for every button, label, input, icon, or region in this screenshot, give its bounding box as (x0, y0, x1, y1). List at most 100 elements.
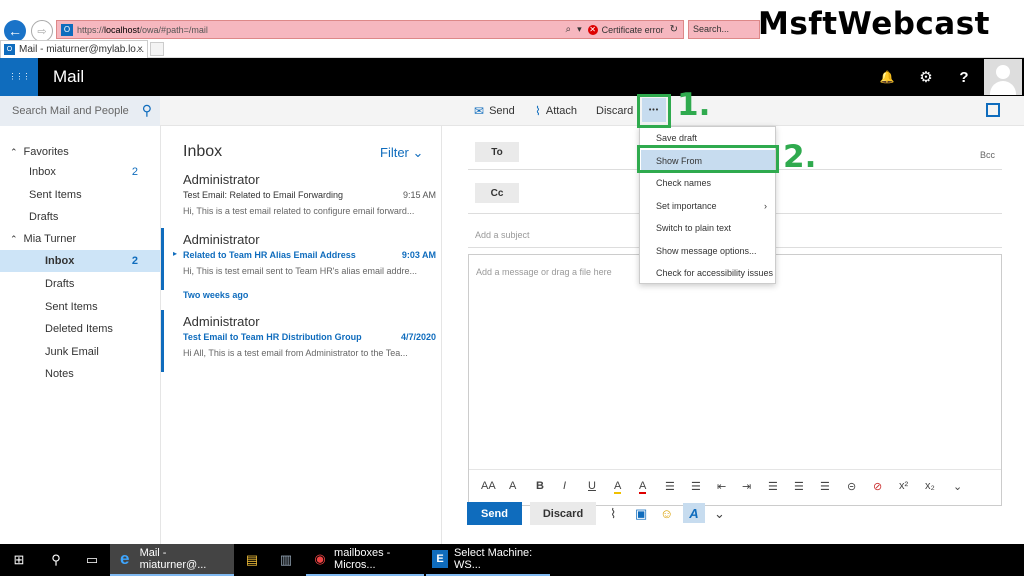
task-view-button[interactable]: ▭ (74, 544, 110, 576)
certificate-error[interactable]: ✕ Certificate error (587, 24, 664, 35)
address-bar[interactable]: O https://localhost/owa/#path=/mail ⌕ ▾ … (56, 20, 684, 39)
chrome-icon: ◉ (314, 551, 326, 566)
browser-tab[interactable]: O Mail - miaturner@mylab.lo... × (0, 40, 148, 58)
bold-icon[interactable]: B (536, 480, 544, 492)
chevron-down-icon[interactable]: ⌄ (953, 480, 962, 493)
indent-icon[interactable]: ⇥ (742, 480, 751, 493)
windows-icon: ⊞ (13, 552, 25, 567)
new-tab-button[interactable] (150, 42, 164, 56)
align-center-icon[interactable]: ☰ (794, 480, 804, 493)
favorites-item-sent[interactable]: Sent Items (0, 184, 160, 206)
numbering-icon[interactable]: ☰ (691, 480, 701, 493)
paperclip-icon[interactable]: ⌇ (610, 506, 616, 522)
menu-item-message-options[interactable]: Show message options... (641, 240, 775, 262)
subscript-icon[interactable]: x₂ (925, 480, 935, 492)
folder-item-inbox[interactable]: Inbox 2 (0, 250, 160, 272)
account-header[interactable]: ⌃ Mia Turner (0, 228, 160, 250)
taskbar-exchange[interactable]: E Select Machine: WS... (426, 544, 550, 576)
notifications-button[interactable]: 🔔 (868, 58, 906, 96)
chevron-down-icon[interactable]: ⌄ (714, 506, 725, 522)
help-button[interactable]: ? (945, 58, 983, 96)
list-item[interactable]: Administrator Test Email: Related to Ema… (161, 168, 442, 230)
font-color-icon[interactable]: A (639, 480, 647, 494)
list-item[interactable]: Administrator Test Email to Team HR Dist… (161, 310, 442, 372)
bell-icon: 🔔 (879, 70, 895, 84)
send-button[interactable]: Send (467, 502, 522, 525)
forward-arrow-icon: ⇨ (37, 25, 47, 38)
gear-icon: ⚙ (919, 69, 933, 86)
favorites-item-drafts[interactable]: Drafts (0, 206, 160, 228)
server-icon: ▥ (279, 552, 293, 567)
settings-button[interactable]: ⚙ (907, 58, 945, 96)
start-button[interactable]: ⊞ (0, 544, 38, 576)
italic-icon[interactable]: I (563, 480, 566, 492)
taskbar-chrome[interactable]: ◉ mailboxes - Micros... (306, 544, 424, 576)
taskbar-search-button[interactable]: ⚲ (38, 544, 74, 576)
search-input[interactable]: Search Mail and People ⚲ (0, 96, 160, 126)
app-launcher-button[interactable]: ⋮⋮⋮ (0, 58, 38, 96)
grow-font-icon[interactable]: A (509, 480, 516, 492)
send-command-button[interactable]: ✉ Send (474, 96, 515, 126)
menu-item-plain-text[interactable]: Switch to plain text (641, 217, 775, 239)
underline-icon[interactable]: U (588, 480, 596, 492)
attach-command-button[interactable]: ⌇ Attach (535, 96, 577, 126)
url-text: https://localhost/owa/#path=/mail (77, 24, 208, 35)
unlink-icon[interactable]: ⊘ (873, 480, 882, 493)
highlight-more-button (637, 94, 671, 128)
caret-up-icon: ⌃ (10, 146, 18, 157)
folder-item-notes[interactable]: Notes (0, 363, 160, 385)
forward-button[interactable]: ⇨ (31, 20, 53, 42)
format-painter-icon[interactable]: A (683, 503, 705, 523)
menu-item-accessibility[interactable]: Check for accessibility issues (641, 262, 775, 284)
favorites-header[interactable]: ⌃ Favorites (0, 141, 160, 163)
bullets-icon[interactable]: ☰ (665, 480, 675, 493)
menu-item-set-importance[interactable]: Set importance › (641, 195, 775, 217)
avatar[interactable] (984, 59, 1022, 95)
folder-item-sent[interactable]: Sent Items (0, 296, 160, 318)
close-icon[interactable]: × (137, 44, 143, 55)
folder-item-drafts[interactable]: Drafts (0, 273, 160, 295)
bcc-button[interactable]: Bcc (980, 150, 995, 160)
popout-icon[interactable] (986, 103, 1000, 117)
font-size-icon[interactable]: AA (481, 480, 496, 492)
cc-button[interactable]: Cc (475, 183, 519, 203)
list-item[interactable]: ▸ Administrator Related to Team HR Alias… (161, 228, 442, 290)
taskbar-explorer[interactable]: ▤ (236, 544, 268, 576)
link-icon[interactable]: ⊝ (847, 480, 856, 493)
menu-item-check-names[interactable]: Check names (641, 172, 775, 194)
emoji-icon[interactable]: ☺ (660, 506, 673, 521)
group-header: Two weeks ago (183, 290, 249, 300)
browser-chrome: ← ⇨ O https://localhost/owa/#path=/mail … (0, 0, 1024, 58)
taskbar-server-manager[interactable]: ▥ (270, 544, 302, 576)
subject-input[interactable]: Add a subject (475, 230, 530, 240)
folder-item-junk[interactable]: Junk Email (0, 341, 160, 363)
discard-button[interactable]: Discard (530, 502, 596, 525)
brand-watermark: MsftWebcast (758, 6, 990, 42)
align-left-icon[interactable]: ☰ (768, 480, 778, 493)
search-icon[interactable]: ⌕ (565, 24, 571, 35)
taskbar-ie[interactable]: e Mail - miaturner@... (110, 544, 234, 576)
task-view-icon: ▭ (85, 552, 99, 567)
chevron-down-icon[interactable]: ▾ (577, 24, 582, 35)
refresh-icon[interactable]: ↻ (670, 24, 678, 35)
filter-button[interactable]: Filter ⌄ (380, 145, 423, 161)
image-icon[interactable]: ▣ (635, 506, 647, 522)
to-button[interactable]: To (475, 142, 519, 162)
unread-indicator-icon: ▸ (173, 249, 178, 258)
search-icon[interactable]: ⚲ (142, 102, 152, 119)
back-arrow-icon: ← (8, 23, 22, 39)
paperclip-icon: ⌇ (535, 104, 541, 118)
align-right-icon[interactable]: ☰ (820, 480, 830, 493)
highlight-icon[interactable]: A (614, 480, 622, 494)
unread-count: 2 (131, 166, 138, 178)
folder-item-deleted[interactable]: Deleted Items (0, 318, 160, 340)
browser-search-input[interactable]: Search... (688, 20, 760, 39)
outdent-icon[interactable]: ⇤ (717, 480, 726, 493)
discard-command-button[interactable]: Discard (596, 96, 633, 126)
step-2-label: 2. (783, 139, 817, 175)
favorites-item-inbox[interactable]: Inbox 2 (0, 161, 160, 183)
folder-pane: ⌃ Favorites Inbox 2 Sent Items Drafts ⌃ Mia… (0, 126, 160, 544)
message-body[interactable]: Add a message or drag a file here AA A B… (468, 254, 1002, 506)
superscript-icon[interactable]: x² (899, 480, 908, 492)
back-button[interactable]: ← (4, 20, 26, 42)
